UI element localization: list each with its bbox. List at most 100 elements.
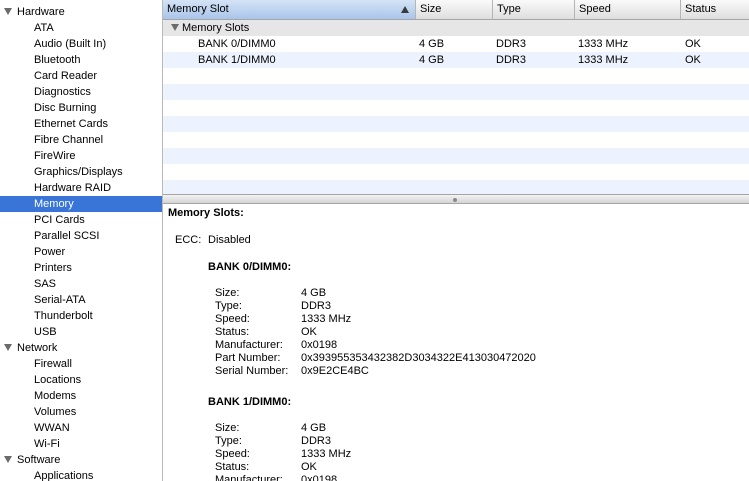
table-cell: BANK 1/DIMM0 bbox=[198, 54, 276, 66]
disclosure-triangle-icon[interactable] bbox=[4, 8, 12, 15]
sidebar-item-label: PCI Cards bbox=[34, 214, 85, 226]
table-row[interactable]: BANK 0/DIMM0 4 GB DDR3 1333 MHz OK bbox=[163, 36, 749, 52]
splitter-handle-icon bbox=[453, 198, 457, 202]
sidebar-item-label: Power bbox=[34, 246, 66, 258]
sidebar-item-label: Memory bbox=[34, 198, 74, 210]
sidebar-item-pci-cards[interactable]: PCI Cards bbox=[0, 212, 162, 228]
field-value: 4 GB bbox=[301, 422, 327, 434]
sidebar-item-label: Wi-Fi bbox=[34, 438, 60, 450]
disclosure-triangle-icon[interactable] bbox=[4, 456, 12, 463]
table-group-row[interactable]: Memory Slots bbox=[163, 20, 749, 36]
sidebar-item-label: Hardware RAID bbox=[34, 182, 112, 194]
sidebar-item-label: Locations bbox=[34, 374, 82, 386]
ecc-label: ECC: bbox=[175, 234, 202, 246]
bank-heading: BANK 1/DIMM0: bbox=[208, 396, 292, 408]
empty-row bbox=[163, 132, 749, 148]
pane-splitter[interactable] bbox=[163, 194, 749, 204]
empty-row bbox=[163, 84, 749, 100]
field-value: 0x9E2CE4BC bbox=[301, 365, 369, 377]
sidebar-item-usb[interactable]: USB bbox=[0, 324, 162, 340]
sidebar-item-serial-ata[interactable]: Serial-ATA bbox=[0, 292, 162, 308]
field-label: Speed: bbox=[215, 313, 250, 325]
sidebar-item-applications[interactable]: Applications bbox=[0, 468, 162, 481]
sidebar-item-graphics-displays[interactable]: Graphics/Displays bbox=[0, 164, 162, 180]
sidebar-item-bluetooth[interactable]: Bluetooth bbox=[0, 52, 162, 68]
empty-row bbox=[163, 100, 749, 116]
sidebar-item-disc-burning[interactable]: Disc Burning bbox=[0, 100, 162, 116]
field-value: OK bbox=[301, 326, 317, 338]
sidebar-item-ethernet-cards[interactable]: Ethernet Cards bbox=[0, 116, 162, 132]
field-label: Type: bbox=[215, 300, 242, 312]
field-value: 0x0198 bbox=[301, 474, 338, 481]
sidebar-item-label: WWAN bbox=[34, 422, 70, 434]
sidebar-group-hardware[interactable]: Hardware bbox=[0, 4, 162, 20]
table-row[interactable]: BANK 1/DIMM0 4 GB DDR3 1333 MHz OK bbox=[163, 52, 749, 68]
group-label: Memory Slots bbox=[182, 22, 250, 34]
memory-table: Memory Slot Size Type Speed Status Memor… bbox=[163, 0, 749, 194]
sidebar-item-wi-fi[interactable]: Wi-Fi bbox=[0, 436, 162, 452]
table-cell: 4 GB bbox=[419, 54, 445, 66]
column-header-type[interactable]: Type bbox=[493, 0, 575, 19]
sidebar-group-network[interactable]: Network bbox=[0, 340, 162, 356]
sidebar-item-label: Fibre Channel bbox=[34, 134, 104, 146]
sidebar: Hardware ATA Audio (Built In) Bluetooth Card… bbox=[0, 0, 163, 481]
disclosure-triangle-icon[interactable] bbox=[171, 24, 179, 31]
sidebar-item-modems[interactable]: Modems bbox=[0, 388, 162, 404]
column-header-label: Type bbox=[497, 3, 521, 15]
sidebar-item-volumes[interactable]: Volumes bbox=[0, 404, 162, 420]
sidebar-item-label: Serial-ATA bbox=[34, 294, 86, 306]
sidebar-item-firewall[interactable]: Firewall bbox=[0, 356, 162, 372]
sidebar-item-fibre-channel[interactable]: Fibre Channel bbox=[0, 132, 162, 148]
sidebar-item-memory[interactable]: Memory bbox=[0, 196, 162, 212]
empty-row bbox=[163, 68, 749, 84]
field-label: Status: bbox=[215, 326, 250, 338]
sidebar-item-parallel-scsi[interactable]: Parallel SCSI bbox=[0, 228, 162, 244]
sidebar-item-label: Thunderbolt bbox=[34, 310, 93, 322]
sidebar-item-label: Ethernet Cards bbox=[34, 118, 108, 130]
sidebar-item-label: Disc Burning bbox=[34, 102, 97, 114]
field-label: Type: bbox=[215, 435, 242, 447]
sidebar-item-printers[interactable]: Printers bbox=[0, 260, 162, 276]
column-header-label: Memory Slot bbox=[167, 3, 229, 15]
field-value: 4 GB bbox=[301, 287, 327, 299]
sidebar-group-software[interactable]: Software bbox=[0, 452, 162, 468]
sidebar-item-hardware-raid[interactable]: Hardware RAID bbox=[0, 180, 162, 196]
field-value: DDR3 bbox=[301, 435, 331, 447]
sidebar-item-label: USB bbox=[34, 326, 57, 338]
column-header-memory-slot[interactable]: Memory Slot bbox=[163, 0, 416, 19]
table-cell: BANK 0/DIMM0 bbox=[198, 38, 276, 50]
sidebar-item-diagnostics[interactable]: Diagnostics bbox=[0, 84, 162, 100]
sidebar-group-label: Hardware bbox=[17, 6, 65, 18]
sidebar-item-power[interactable]: Power bbox=[0, 244, 162, 260]
column-header-size[interactable]: Size bbox=[416, 0, 493, 19]
sidebar-item-firewire[interactable]: FireWire bbox=[0, 148, 162, 164]
sidebar-item-card-reader[interactable]: Card Reader bbox=[0, 68, 162, 84]
ecc-value: Disabled bbox=[208, 234, 251, 246]
field-value: OK bbox=[301, 461, 317, 473]
sidebar-item-label: Applications bbox=[34, 470, 94, 481]
sidebar-item-label: Printers bbox=[34, 262, 72, 274]
sidebar-item-label: SAS bbox=[34, 278, 57, 290]
disclosure-triangle-icon[interactable] bbox=[4, 344, 12, 351]
sidebar-item-label: Card Reader bbox=[34, 70, 97, 82]
sidebar-item-thunderbolt[interactable]: Thunderbolt bbox=[0, 308, 162, 324]
sidebar-item-sas[interactable]: SAS bbox=[0, 276, 162, 292]
empty-row bbox=[163, 164, 749, 180]
sidebar-item-wwan[interactable]: WWAN bbox=[0, 420, 162, 436]
sidebar-item-locations[interactable]: Locations bbox=[0, 372, 162, 388]
table-cell: DDR3 bbox=[496, 54, 526, 66]
sidebar-item-ata[interactable]: ATA bbox=[0, 20, 162, 36]
field-label: Part Number: bbox=[215, 352, 281, 364]
column-header-label: Size bbox=[420, 3, 442, 15]
table-cell: DDR3 bbox=[496, 38, 526, 50]
sidebar-item-label: Diagnostics bbox=[34, 86, 91, 98]
table-header: Memory Slot Size Type Speed Status bbox=[163, 0, 749, 20]
sidebar-item-label: ATA bbox=[34, 22, 54, 34]
column-header-status[interactable]: Status bbox=[681, 0, 749, 19]
sidebar-item-audio-built-in[interactable]: Audio (Built In) bbox=[0, 36, 162, 52]
column-header-label: Speed bbox=[579, 3, 611, 15]
sidebar-item-label: Firewall bbox=[34, 358, 72, 370]
column-header-speed[interactable]: Speed bbox=[575, 0, 681, 19]
table-cell: 4 GB bbox=[419, 38, 445, 50]
field-label: Manufacturer: bbox=[215, 339, 283, 351]
